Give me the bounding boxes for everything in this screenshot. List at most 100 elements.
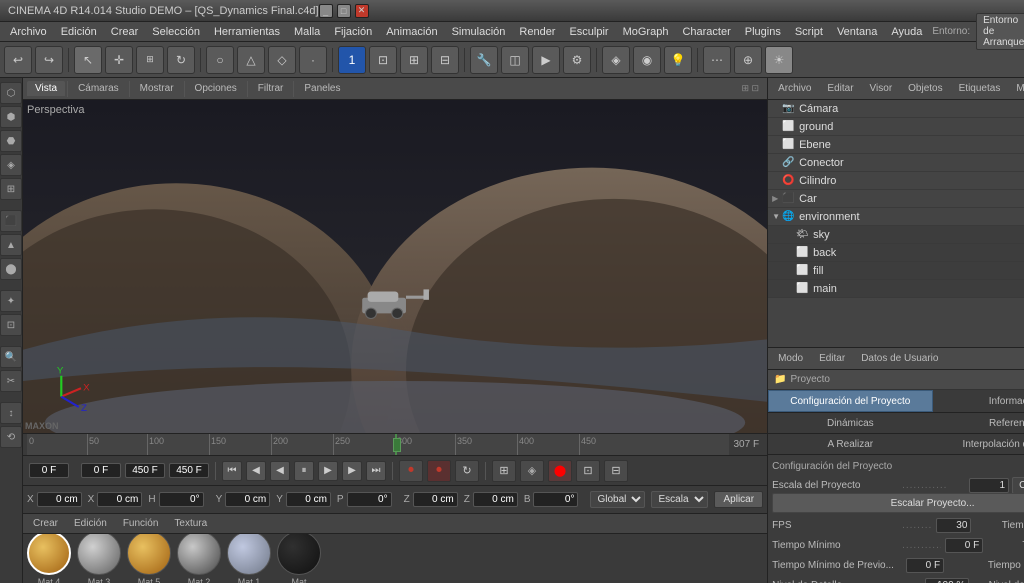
left-tool-14[interactable]: ⟲	[0, 426, 22, 448]
menu-render[interactable]: Render	[513, 24, 561, 40]
polygon-mode-button[interactable]: △	[237, 46, 265, 74]
close-button[interactable]: ✕	[355, 4, 369, 18]
menu-ventana[interactable]: Ventana	[831, 24, 883, 40]
render-region-button[interactable]: ◫	[501, 46, 529, 74]
transport-play-back[interactable]: ◀	[270, 461, 290, 481]
attr-tab-dinamicas[interactable]: Dinámicas	[768, 413, 933, 433]
select-tool-button[interactable]: ↖	[74, 46, 102, 74]
om-row-sky[interactable]: 🌤 sky	[768, 226, 1024, 244]
tmin-field[interactable]	[945, 538, 983, 553]
menu-crear[interactable]: Crear	[105, 24, 145, 40]
coord-y2-field[interactable]	[286, 492, 331, 507]
om-row-conector[interactable]: 🔗 Conector	[768, 154, 1024, 172]
coord-scale-dropdown[interactable]: Escala	[651, 491, 708, 508]
om-row-ground[interactable]: ⬜ ground	[768, 118, 1024, 136]
coord-z-field[interactable]	[413, 492, 458, 507]
markers-button[interactable]: ⊟	[604, 460, 628, 482]
om-tab-visor[interactable]: Visor	[864, 81, 899, 96]
menu-malla[interactable]: Malla	[288, 24, 326, 40]
material-item-mat3[interactable]: Mat.3	[77, 534, 121, 583]
menu-script[interactable]: Script	[789, 24, 829, 40]
om-row-environment[interactable]: ▼ 🌐 environment	[768, 208, 1024, 226]
left-tool-9[interactable]: ✦	[0, 290, 22, 312]
coord-p-field[interactable]	[347, 492, 392, 507]
left-tool-7[interactable]: ▲	[0, 234, 22, 256]
fps-field[interactable]	[936, 518, 971, 533]
om-row-cilindro[interactable]: ⭕ Cilindro	[768, 172, 1024, 190]
coord-y-field[interactable]	[225, 492, 270, 507]
om-tab-editar[interactable]: Editar	[821, 81, 859, 96]
menu-plugins[interactable]: Plugins	[739, 24, 787, 40]
transport-step-back[interactable]: ◀	[246, 461, 266, 481]
menu-mograph[interactable]: MoGraph	[617, 24, 675, 40]
material-item-mat5[interactable]: Mat.5	[127, 534, 171, 583]
undo-button[interactable]: ↩	[4, 46, 32, 74]
left-tool-12[interactable]: ✂	[0, 370, 22, 392]
end-frame-field[interactable]	[125, 463, 165, 478]
coord-h-field[interactable]	[159, 492, 204, 507]
record-button[interactable]: ⏺	[399, 460, 423, 482]
material-item-mat1[interactable]: Mat.1	[227, 534, 271, 583]
view2-button[interactable]: ⊡	[369, 46, 397, 74]
coord-x-field[interactable]	[37, 492, 82, 507]
motion-path-button[interactable]: ⊞	[492, 460, 516, 482]
transport-to-start[interactable]: ⏮	[222, 461, 242, 481]
rotate-tool-button[interactable]: ↻	[167, 46, 195, 74]
vp-tab-vista[interactable]: Vista	[27, 81, 65, 96]
nivel-field[interactable]	[925, 578, 969, 583]
left-tool-1[interactable]: ⬡	[0, 82, 22, 104]
mat-tab-crear[interactable]: Crear	[27, 516, 64, 531]
escala-field[interactable]	[969, 478, 1009, 493]
loop-button[interactable]: ↻	[455, 460, 479, 482]
vp-tab-camaras[interactable]: Cámaras	[70, 81, 127, 96]
render-settings-button[interactable]: ⚙	[563, 46, 591, 74]
coord-z2-field[interactable]	[473, 492, 518, 507]
transport-step-fwd[interactable]: ▶	[342, 461, 362, 481]
transport-stop[interactable]: ⏸	[294, 461, 314, 481]
om-row-car[interactable]: ▶ ⬛ Car	[768, 190, 1024, 208]
left-tool-6[interactable]: ⬛	[0, 210, 22, 232]
transport-play[interactable]: ▶	[318, 461, 338, 481]
extra-btn3[interactable]: ☀	[765, 46, 793, 74]
render-button[interactable]: ▶	[532, 46, 560, 74]
coord-x2-field[interactable]	[97, 492, 142, 507]
coord-mode-dropdown[interactable]: Global Local	[590, 491, 645, 508]
escala-unit-dropdown[interactable]: Centímetros Metros Pulgadas	[1012, 477, 1024, 494]
view3-button[interactable]: ⊞	[400, 46, 428, 74]
menu-archivo[interactable]: Archivo	[4, 24, 53, 40]
menu-herramientas[interactable]: Herramientas	[208, 24, 286, 40]
attr-tab-arealizar[interactable]: A Realizar	[768, 434, 933, 454]
extra-btn1[interactable]: ⋯	[703, 46, 731, 74]
om-tab-objetos[interactable]: Objetos	[902, 81, 948, 96]
vp-tab-paneles[interactable]: Paneles	[296, 81, 348, 96]
coord-b-field[interactable]	[533, 492, 578, 507]
record-active-button[interactable]: ⏺	[427, 460, 451, 482]
material-button[interactable]: ◉	[633, 46, 661, 74]
menu-edicion[interactable]: Edición	[55, 24, 103, 40]
attr-tab-interpolacion[interactable]: Interpolación de Claves	[933, 434, 1024, 454]
material-item-mat2[interactable]: Mat.2	[177, 534, 221, 583]
attr-tab-referenciar[interactable]: Referenciar	[933, 413, 1024, 433]
mat-tab-funcion[interactable]: Función	[117, 516, 165, 531]
attr-menu-modo[interactable]: Modo	[774, 351, 807, 366]
menu-ayuda[interactable]: Ayuda	[885, 24, 928, 40]
left-tool-2[interactable]: ⬢	[0, 106, 22, 128]
move-tool-button[interactable]: ✛	[105, 46, 133, 74]
point-mode-button[interactable]: ·	[299, 46, 327, 74]
snap-button[interactable]: 🔧	[470, 46, 498, 74]
vp-tab-opciones[interactable]: Opciones	[187, 81, 245, 96]
om-tab-etiquetas[interactable]: Etiquetas	[953, 81, 1007, 96]
om-row-main[interactable]: ⬜ main	[768, 280, 1024, 298]
tminprev-field[interactable]	[906, 558, 944, 573]
menu-character[interactable]: Character	[676, 24, 736, 40]
escalar-proyecto-button[interactable]: Escalar Proyecto...	[772, 493, 1024, 513]
material-item-mat4[interactable]: Mat.4	[27, 534, 71, 583]
material-item-mat[interactable]: Mat	[277, 534, 321, 583]
scale-tool-button[interactable]: ⊞	[136, 46, 164, 74]
attr-menu-editar[interactable]: Editar	[815, 351, 849, 366]
menu-seleccion[interactable]: Selección	[146, 24, 206, 40]
attr-menu-datos[interactable]: Datos de Usuario	[857, 351, 942, 366]
view1-button[interactable]: 1	[338, 46, 366, 74]
om-row-camara[interactable]: 📷 Cámara	[768, 100, 1024, 118]
start-frame-field[interactable]	[81, 463, 121, 478]
